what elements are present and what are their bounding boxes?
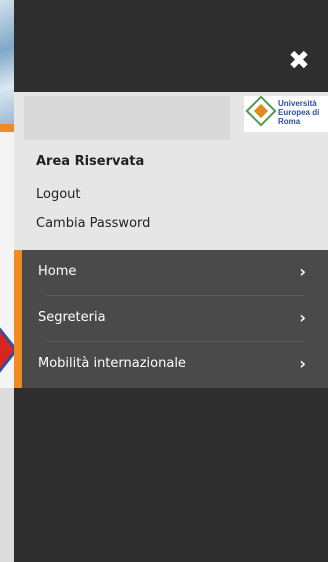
background-accent-line [0,124,14,132]
chevron-right-icon: › [299,262,306,281]
arrow-icon [0,318,14,382]
menu-item-label: Segreteria [38,310,106,325]
logout-link[interactable]: Logout [36,187,81,202]
drawer-header: ✖ [14,0,328,92]
area-riservata-title: Area Riservata [36,154,145,169]
background-banner [0,0,14,124]
change-password-link[interactable]: Cambia Password [36,216,150,231]
drawer-empty-area [14,388,328,562]
menu-item-label: Home [38,264,77,279]
chevron-right-icon: › [299,308,306,327]
menu-item-label: Mobilità internazionale [38,356,186,371]
background-page [0,0,14,562]
close-button[interactable]: ✖ [288,48,310,74]
university-logo: Università Europea di Roma [244,95,328,132]
menu-item-home[interactable]: Home › [14,250,328,296]
menu-item-segreteria[interactable]: Segreteria › [14,296,328,342]
user-info-box [24,96,230,140]
menu-item-mobilita-internazionale[interactable]: Mobilità internazionale › [14,342,328,388]
chevron-right-icon: › [299,354,306,373]
logo-mark-icon [245,95,277,127]
logo-text: Università Europea di Roma [278,99,320,126]
close-icon: ✖ [288,46,310,76]
main-menu: Home › Segreteria › Mobilità internazion… [14,250,328,388]
user-panel: Università Europea di Roma Area Riservat… [14,92,328,250]
background-lower [0,388,14,562]
side-drawer: ✖ Università Europea di Roma Area Riserv… [14,0,328,562]
